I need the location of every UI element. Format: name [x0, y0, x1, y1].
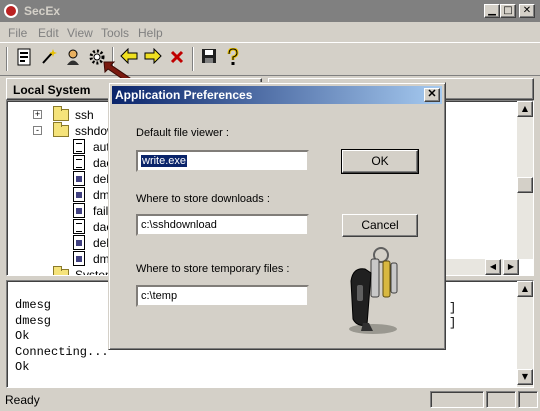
status-cell [518, 391, 538, 408]
log-fragment: ] [449, 301, 457, 315]
downloads-value: c:\sshdownload [141, 219, 217, 231]
close-window-button[interactable]: ✕ [519, 4, 535, 18]
log-line: dmesg [15, 298, 52, 312]
dialog-title: Application Preferences [115, 88, 253, 102]
log-line: Ok [15, 329, 30, 343]
log-vertical-scrollbar[interactable]: ▲ ▼ [517, 281, 533, 387]
executable-icon [73, 203, 85, 218]
executable-icon [73, 187, 85, 202]
forward-arrow-icon[interactable] [142, 47, 164, 70]
log-fragment: ] [449, 316, 457, 330]
downloads-label: Where to store downloads : [136, 193, 270, 205]
log-lines: dmesg dmesg Ok Connecting... Ok [15, 298, 109, 376]
viewer-label: Default file viewer : [136, 127, 229, 139]
status-text: Ready [5, 393, 40, 407]
toolbar-separator [192, 47, 194, 71]
toolbar-separator [6, 47, 8, 71]
folder-icon [53, 122, 69, 137]
scrollbar-thumb[interactable] [517, 177, 533, 193]
log-line: Ok [15, 360, 30, 374]
temp-label: Where to store temporary files : [136, 263, 290, 275]
scroll-up-button[interactable]: ▲ [517, 281, 533, 297]
executable-icon [73, 171, 85, 186]
temp-value: c:\temp [141, 290, 178, 302]
menu-file[interactable]: File [8, 26, 27, 40]
log-line: Connecting... [15, 344, 109, 359]
document-icon [73, 219, 85, 234]
viewer-field[interactable]: write.exe [136, 150, 309, 172]
executable-icon [73, 251, 85, 266]
window-titlebar: SecEx ▁ □ ✕ [0, 0, 540, 22]
toolbar [0, 42, 540, 76]
downloads-field[interactable]: c:\sshdownload [136, 214, 309, 236]
scroll-down-button[interactable]: ▼ [517, 369, 533, 385]
minimize-button[interactable]: ▁ [484, 4, 500, 18]
save-icon[interactable] [198, 48, 220, 70]
remote-vertical-scrollbar[interactable]: ▲ [517, 101, 533, 259]
menu-help[interactable]: Help [138, 26, 163, 40]
menu-view[interactable]: View [67, 26, 93, 40]
wand-icon[interactable] [38, 48, 60, 70]
properties-icon[interactable] [13, 48, 35, 70]
maximize-button[interactable]: □ [500, 4, 516, 18]
help-icon[interactable] [222, 47, 244, 70]
viewer-value: write.exe [141, 155, 188, 167]
status-cell [430, 391, 484, 408]
dialog-titlebar: Application Preferences ✕ [112, 86, 442, 104]
status-cell [486, 391, 516, 408]
expand-icon[interactable]: + [33, 110, 42, 119]
delete-icon[interactable] [166, 48, 188, 70]
scroll-up-button[interactable]: ▲ [517, 101, 533, 117]
app-icon [4, 4, 18, 18]
menu-tools[interactable]: Tools [101, 26, 129, 40]
folder-icon [53, 106, 69, 121]
user-icon[interactable] [62, 48, 84, 70]
temp-field[interactable]: c:\temp [136, 285, 309, 307]
dialog-close-button[interactable]: ✕ [424, 88, 440, 102]
collapse-icon[interactable]: - [33, 126, 42, 135]
document-icon [73, 139, 85, 154]
executable-icon [73, 235, 85, 250]
preferences-dialog: Application Preferences ✕ Default file v… [108, 82, 446, 350]
scroll-left-button[interactable]: ◀ [485, 259, 501, 275]
keys-illustration-icon [349, 247, 398, 334]
cancel-button[interactable]: Cancel [342, 214, 418, 237]
scroll-right-button[interactable]: ▶ [503, 259, 519, 275]
menu-bar: File Edit View Tools Help [0, 22, 540, 42]
document-icon [73, 155, 85, 170]
ok-button[interactable]: OK [341, 149, 419, 174]
status-bar: Ready [0, 389, 540, 411]
folder-icon [53, 266, 69, 275]
log-line: dmesg [15, 313, 52, 328]
menu-edit[interactable]: Edit [38, 26, 59, 40]
window-title: SecEx [24, 4, 61, 18]
